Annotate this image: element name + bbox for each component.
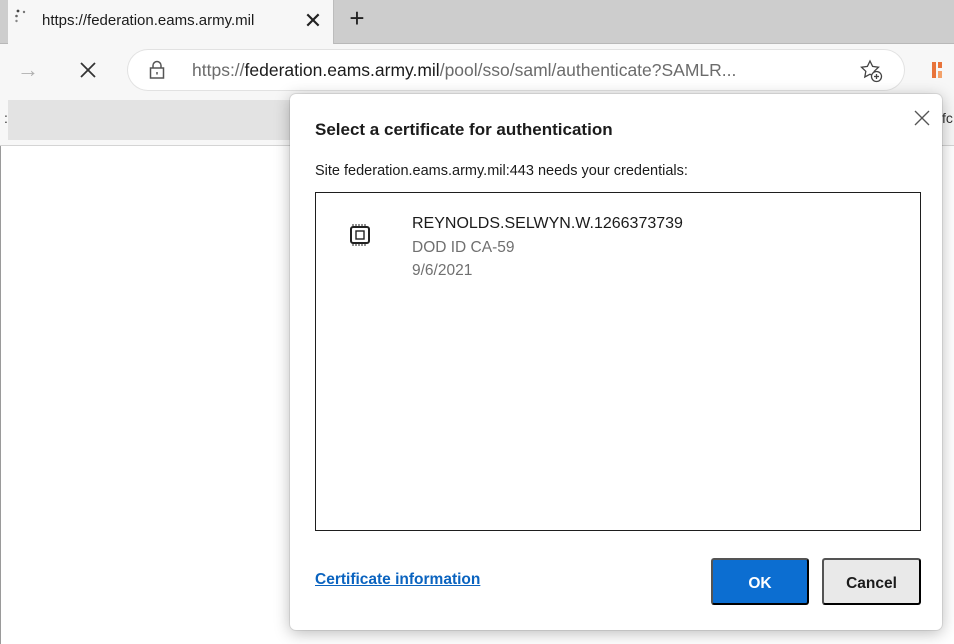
lock-icon[interactable] <box>148 60 166 80</box>
close-icon[interactable]: ✕ <box>300 8 326 34</box>
address-url: https://federation.eams.army.mil/pool/ss… <box>192 60 737 80</box>
stop-loading-button[interactable] <box>72 54 104 86</box>
certificate-list[interactable]: REYNOLDS.SELWYN.W.1266373739 DOD ID CA-5… <box>315 192 921 531</box>
toolbar: → https://federation.eams.army.mil/pool/… <box>0 44 954 96</box>
certificate-date: 9/6/2021 <box>412 262 473 279</box>
certificate-dialog: Select a certificate for authentication … <box>290 94 942 630</box>
bookmark-fragment-right[interactable]: fc <box>942 110 953 126</box>
tab-strip: https://federation.eams.army.mil ✕ + <box>0 0 954 44</box>
certificate-information-link[interactable]: Certificate information <box>315 571 480 589</box>
ok-button[interactable]: OK <box>711 558 809 605</box>
add-favorite-icon[interactable] <box>858 58 884 84</box>
dialog-title: Select a certificate for authentication <box>315 120 613 139</box>
close-icon[interactable] <box>910 106 934 130</box>
arrow-right-icon[interactable]: → <box>14 56 42 84</box>
close-icon <box>80 62 96 78</box>
dialog-subtitle: Site federation.eams.army.mil:443 needs … <box>315 163 688 179</box>
address-bar[interactable]: https://federation.eams.army.mil/pool/ss… <box>128 50 904 90</box>
plus-icon[interactable]: + <box>342 4 372 34</box>
cancel-button[interactable]: Cancel <box>822 558 921 605</box>
certificate-name: REYNOLDS.SELWYN.W.1266373739 <box>412 215 683 232</box>
bookmark-strip <box>8 100 292 140</box>
tab-active[interactable]: https://federation.eams.army.mil ✕ <box>8 0 334 44</box>
certificate-issuer: DOD ID CA-59 <box>412 239 515 256</box>
extension-icon[interactable] <box>930 60 948 80</box>
certificate-item[interactable]: REYNOLDS.SELWYN.W.1266373739 DOD ID CA-5… <box>316 193 920 293</box>
smart-card-icon <box>349 223 371 247</box>
loading-spinner-icon <box>14 8 34 28</box>
tab-title: https://federation.eams.army.mil <box>42 12 255 29</box>
browser-window: https://federation.eams.army.mil ✕ + → h… <box>0 0 954 644</box>
